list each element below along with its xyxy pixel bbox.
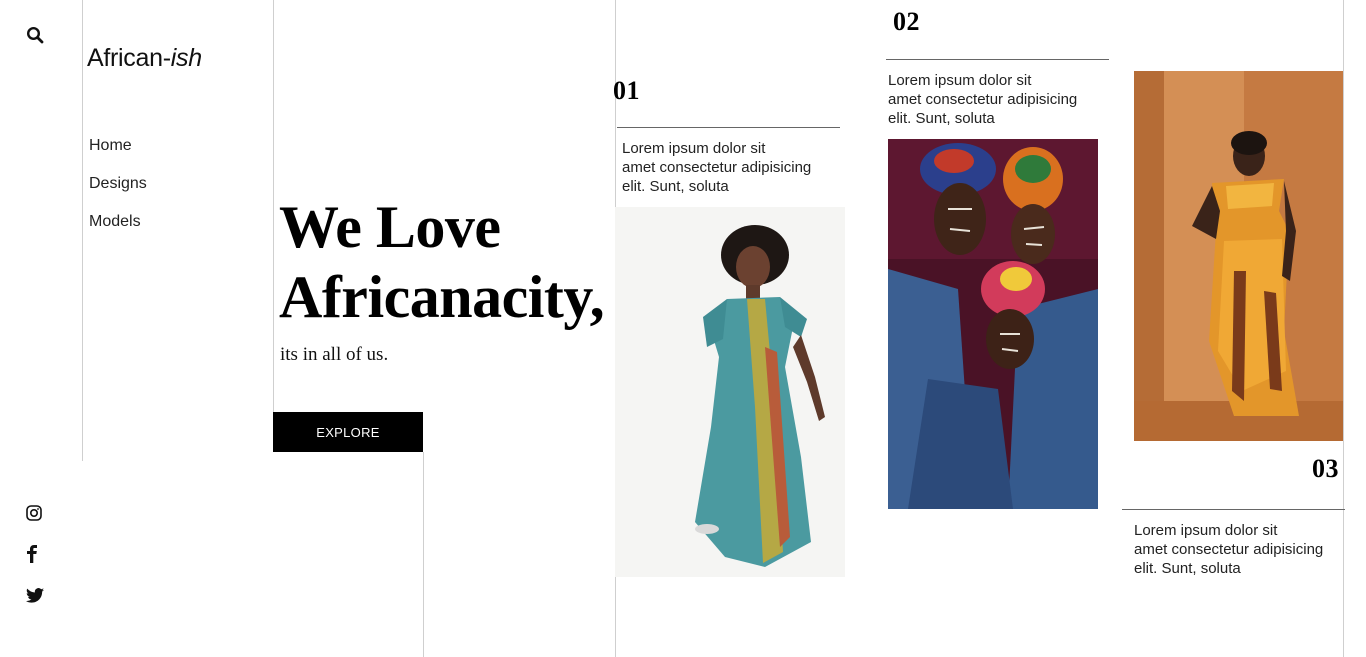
nav-item-home[interactable]: Home [89,137,132,155]
twitter-icon [26,587,44,603]
model-photo-1 [615,207,845,577]
brand-suffix: ish [170,44,202,72]
card-01-desc-line-1: Lorem ipsum dolor sit [622,140,766,157]
card-01-description: Lorem ipsum dolor sit amet consectetur a… [622,139,837,196]
nav-item-models[interactable]: Models [89,213,141,231]
card-number-01: 01 [613,76,640,105]
card-03-desc-line-2: amet consectetur adipisicing [1134,541,1324,558]
hero-title-line-1: We Love [279,194,501,260]
sidebar-divider [82,0,83,461]
card-number-03: 03 [1312,454,1339,483]
card-03-rule [1122,509,1345,510]
card-02-desc-line-1: Lorem ipsum dolor sit [888,72,1032,89]
card-03-desc-line-3: elit. Sunt, soluta [1134,560,1241,577]
search-icon [26,26,44,44]
card-number-02: 02 [893,7,920,36]
hero-title-line-2: Africanacity, [279,264,605,330]
hero-subtitle: its in all of us. [280,344,389,365]
explore-button[interactable]: EXPLORE [273,412,423,452]
model-photo-3 [1134,71,1343,441]
card-02-desc-line-2: amet consectetur adipisicing [888,91,1078,108]
brand-logo[interactable]: African-ish [87,44,202,73]
brand-name: African- [87,44,171,72]
card-02-rule [886,59,1109,60]
card-01-desc-line-3: elit. Sunt, soluta [622,178,729,195]
instagram-link[interactable] [23,502,45,524]
card-02-description: Lorem ipsum dolor sit amet consectetur a… [888,71,1103,128]
instagram-icon [26,505,42,521]
card-02-desc-line-3: elit. Sunt, soluta [888,110,995,127]
facebook-link[interactable] [21,543,43,565]
search-button[interactable] [24,24,46,46]
model-photo-2 [888,139,1098,509]
hero-lower-divider [423,452,424,657]
hero-title: We Love Africanacity, [279,192,605,332]
card-01-rule [617,127,840,128]
card-03-desc-line-1: Lorem ipsum dolor sit [1134,522,1278,539]
facebook-icon [27,545,37,563]
card-03-description: Lorem ipsum dolor sit amet consectetur a… [1134,521,1349,578]
nav-item-designs[interactable]: Designs [89,175,147,193]
twitter-link[interactable] [24,584,46,606]
card-01-desc-line-2: amet consectetur adipisicing [622,159,812,176]
nav-divider [273,0,274,412]
